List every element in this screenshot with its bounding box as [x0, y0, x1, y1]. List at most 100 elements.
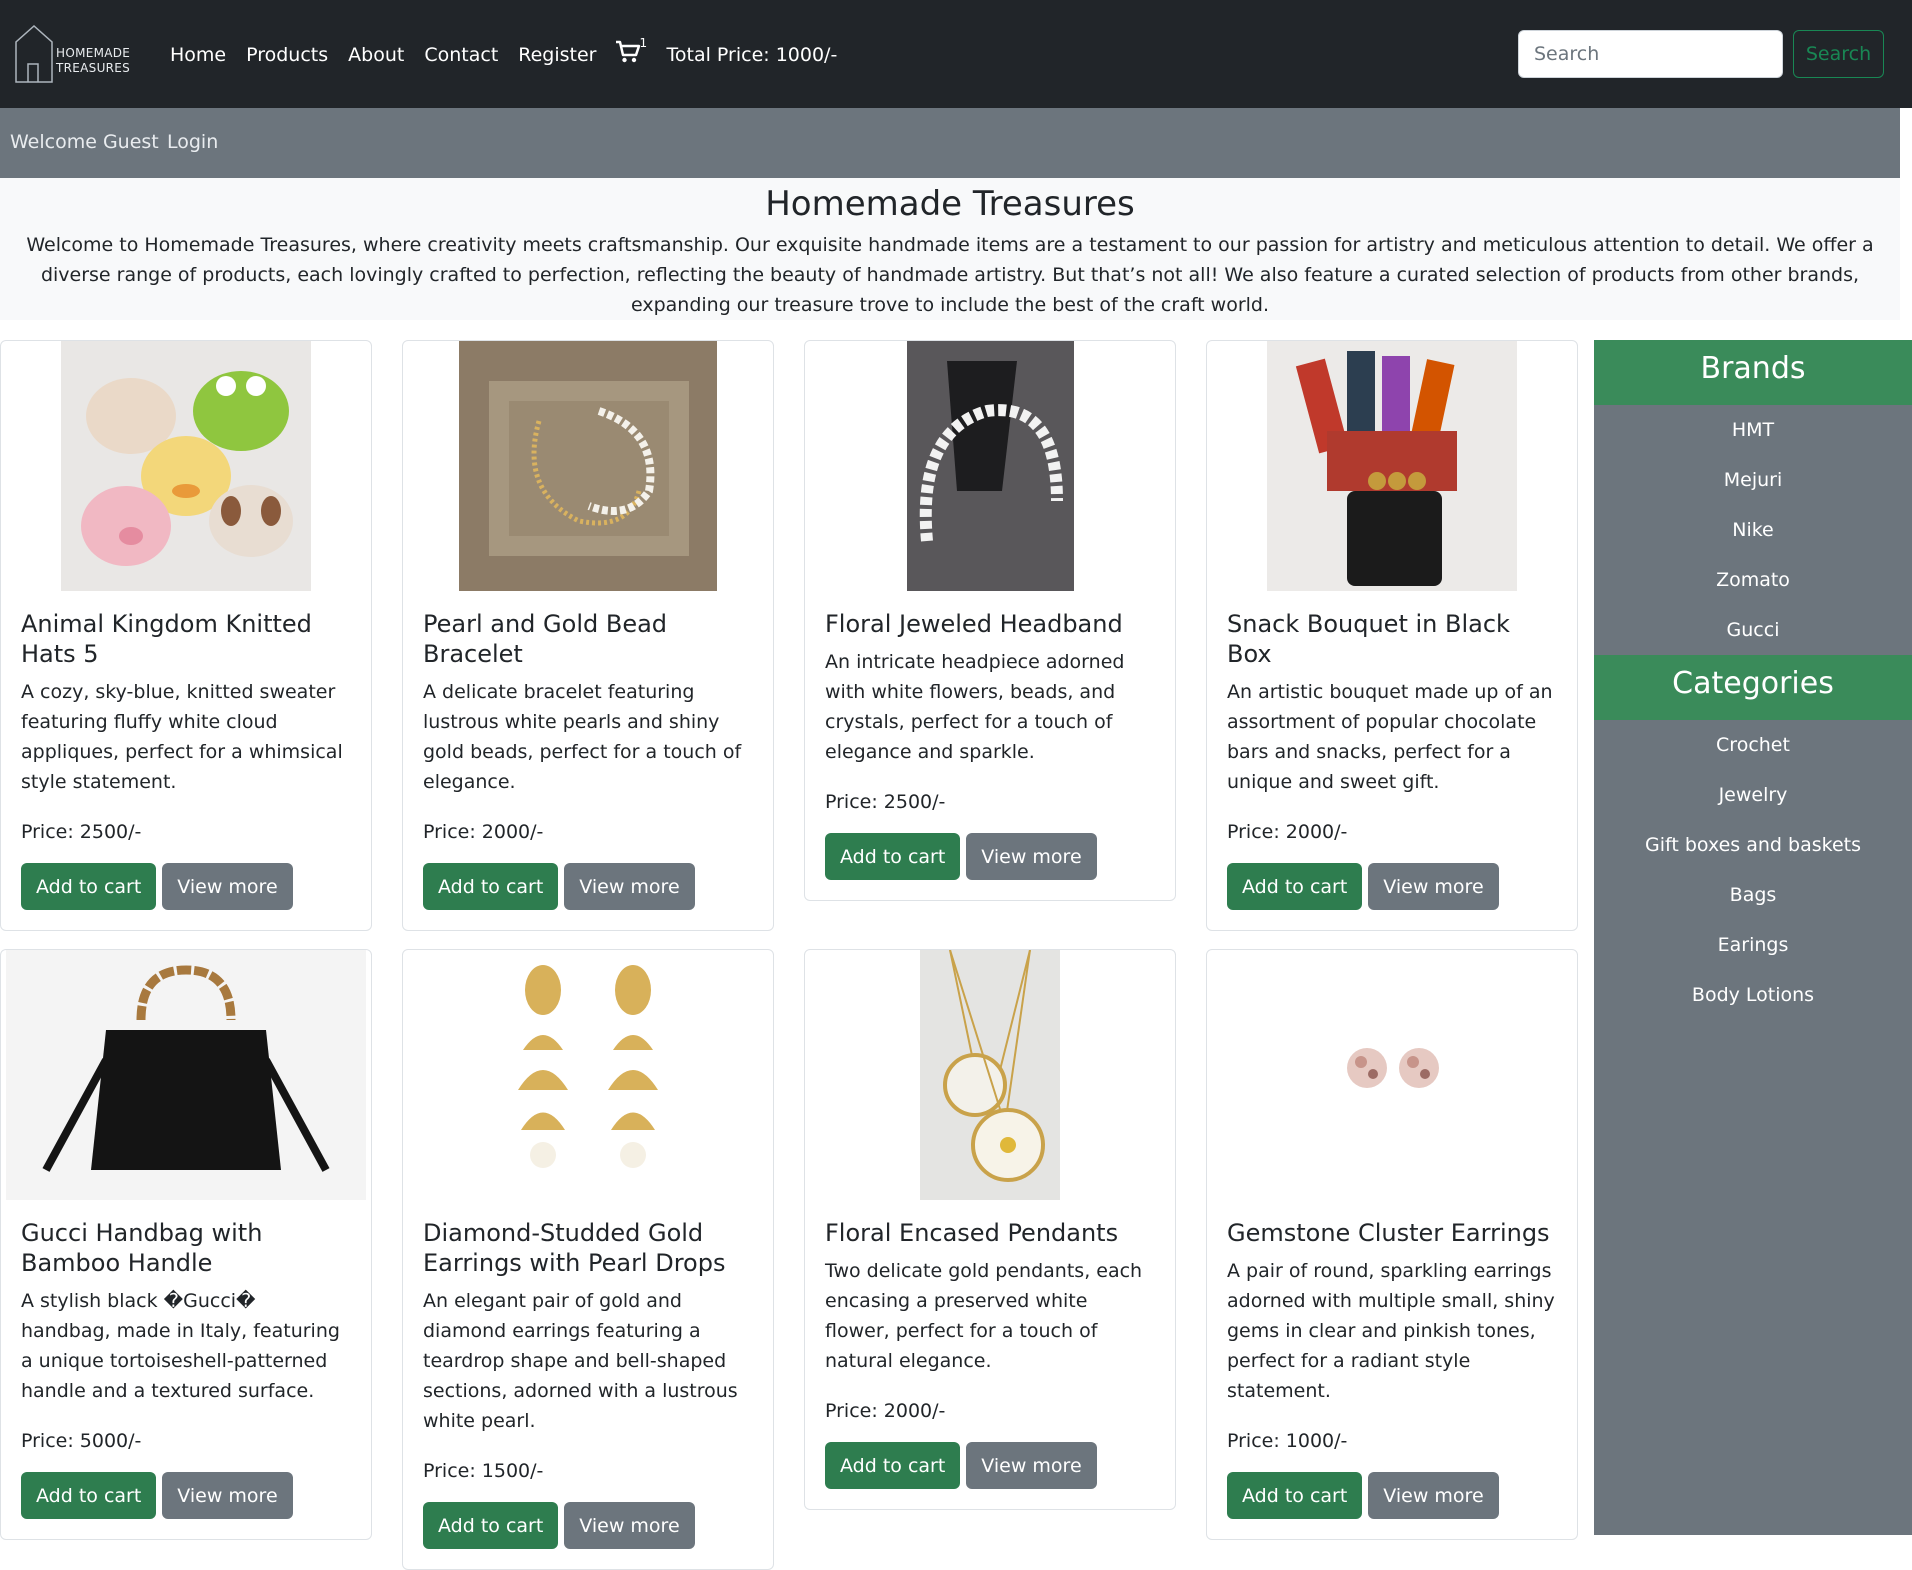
product-image[interactable] — [1207, 950, 1577, 1200]
search-input[interactable] — [1518, 30, 1783, 78]
cart-link[interactable]: 1 — [615, 36, 647, 70]
product-price: Price: 2000/- — [423, 821, 544, 843]
product-image[interactable] — [1207, 341, 1577, 591]
gold-earrings-image — [463, 950, 713, 1200]
bracelet-image — [459, 341, 717, 591]
brand-item-mejuri[interactable]: Mejuri — [1594, 455, 1912, 505]
site-logo[interactable]: HOMEMADE TREASURES — [14, 24, 138, 84]
product-price: Price: 2000/- — [825, 1400, 946, 1422]
product-card: Snack Bouquet in Black Box An artistic b… — [1206, 340, 1578, 931]
product-card: Floral Jeweled Headband An intricate hea… — [804, 340, 1176, 901]
brand-item-hmt[interactable]: HMT — [1594, 405, 1912, 455]
product-image[interactable] — [403, 950, 773, 1200]
product-price: Price: 5000/- — [21, 1430, 142, 1452]
nav-products[interactable]: Products — [246, 44, 328, 66]
product-price: Price: 1000/- — [1227, 1430, 1348, 1452]
nav-links: Home Products About Contact Register 1 T… — [170, 36, 838, 70]
category-item-bags[interactable]: Bags — [1594, 870, 1912, 920]
product-price: Price: 2500/- — [21, 821, 142, 843]
view-more-button[interactable]: View more — [1368, 1472, 1499, 1519]
product-card: Animal Kingdom Knitted Hats 5 A cozy, sk… — [0, 340, 372, 931]
product-title: Diamond-Studded Gold Earrings with Pearl… — [423, 1219, 726, 1277]
category-item-gift-boxes[interactable]: Gift boxes and baskets — [1594, 820, 1912, 870]
category-item-crochet[interactable]: Crochet — [1594, 720, 1912, 770]
categories-heading: Categories — [1594, 655, 1912, 720]
product-description: A stylish black �Gucci� handbag, made in… — [21, 1290, 340, 1402]
product-card: Floral Encased Pendants Two delicate gol… — [804, 949, 1176, 1510]
page-title: Homemade Treasures — [765, 184, 1135, 224]
brands-heading: Brands — [1594, 340, 1912, 405]
product-image[interactable] — [403, 341, 773, 591]
product-card: Gucci Handbag with Bamboo Handle A styli… — [0, 949, 372, 1540]
login-link[interactable]: Login — [167, 131, 218, 153]
snack-bouquet-image — [1267, 341, 1517, 591]
brand-item-nike[interactable]: Nike — [1594, 505, 1912, 555]
intro-text: Welcome to Homemade Treasures, where cre… — [26, 234, 1874, 316]
view-more-button[interactable]: View more — [966, 833, 1097, 880]
product-image[interactable] — [1, 341, 371, 591]
intro-section: Homemade Treasures Welcome to Homemade T… — [0, 178, 1900, 320]
nav-home[interactable]: Home — [170, 44, 226, 66]
user-bar: Welcome Guest Login — [0, 108, 1900, 178]
product-image[interactable] — [805, 950, 1175, 1200]
logo-text: HOMEMADE TREASURES — [56, 46, 131, 75]
add-to-cart-button[interactable]: Add to cart — [423, 863, 559, 910]
product-card: Diamond-Studded Gold Earrings with Pearl… — [402, 949, 774, 1570]
knitted-hats-image — [61, 341, 311, 591]
product-title: Gemstone Cluster Earrings — [1227, 1219, 1550, 1247]
view-more-button[interactable]: View more — [564, 1502, 695, 1549]
handbag-image — [6, 950, 366, 1200]
product-price: Price: 1500/- — [423, 1460, 544, 1482]
product-description: Two delicate gold pendants, each encasin… — [825, 1260, 1143, 1372]
view-more-button[interactable]: View more — [162, 863, 293, 910]
gem-earrings-image — [1267, 950, 1517, 1200]
product-image[interactable] — [1, 950, 371, 1200]
view-more-button[interactable]: View more — [162, 1472, 293, 1519]
product-description: A cozy, sky-blue, knitted sweater featur… — [21, 681, 343, 793]
product-title: Floral Encased Pendants — [825, 1219, 1119, 1247]
add-to-cart-button[interactable]: Add to cart — [21, 863, 157, 910]
add-to-cart-button[interactable]: Add to cart — [825, 1442, 961, 1489]
search-button[interactable]: Search — [1793, 30, 1884, 78]
pendants-image — [920, 950, 1060, 1200]
add-to-cart-button[interactable]: Add to cart — [1227, 1472, 1363, 1519]
add-to-cart-button[interactable]: Add to cart — [21, 1472, 157, 1519]
top-navbar: HOMEMADE TREASURES Home Products About C… — [0, 0, 1912, 108]
product-description: An elegant pair of gold and diamond earr… — [423, 1290, 738, 1432]
nav-about[interactable]: About — [348, 44, 404, 66]
view-more-button[interactable]: View more — [966, 1442, 1097, 1489]
view-more-button[interactable]: View more — [1368, 863, 1499, 910]
category-item-earings[interactable]: Earings — [1594, 920, 1912, 970]
product-card: Gemstone Cluster Earrings A pair of roun… — [1206, 949, 1578, 1540]
product-description: An artistic bouquet made up of an assort… — [1227, 681, 1553, 793]
category-item-body-lotions[interactable]: Body Lotions — [1594, 970, 1912, 1020]
welcome-text: Welcome Guest — [10, 131, 159, 153]
nav-contact[interactable]: Contact — [424, 44, 498, 66]
product-title: Pearl and Gold Bead Bracelet — [423, 610, 668, 668]
product-title: Snack Bouquet in Black Box — [1227, 610, 1510, 668]
add-to-cart-button[interactable]: Add to cart — [1227, 863, 1363, 910]
product-title: Floral Jeweled Headband — [825, 610, 1123, 638]
product-description: A delicate bracelet featuring lustrous w… — [423, 681, 742, 793]
view-more-button[interactable]: View more — [564, 863, 695, 910]
cart-icon — [615, 40, 640, 63]
house-logo-icon — [15, 24, 53, 83]
brand-item-gucci[interactable]: Gucci — [1594, 605, 1912, 655]
product-title: Gucci Handbag with Bamboo Handle — [21, 1219, 263, 1277]
category-item-jewelry[interactable]: Jewelry — [1594, 770, 1912, 820]
product-card: Pearl and Gold Bead Bracelet A delicate … — [402, 340, 774, 931]
headband-image — [906, 341, 1074, 591]
nav-register[interactable]: Register — [518, 44, 596, 66]
cart-count: 1 — [639, 36, 648, 50]
brand-item-zomato[interactable]: Zomato — [1594, 555, 1912, 605]
filter-sidebar: Brands HMT Mejuri Nike Zomato Gucci Cate… — [1594, 340, 1912, 1535]
product-price: Price: 2500/- — [825, 791, 946, 813]
product-description: A pair of round, sparkling earrings ador… — [1227, 1260, 1555, 1402]
total-price: Total Price: 1000/- — [666, 44, 838, 66]
product-price: Price: 2000/- — [1227, 821, 1348, 843]
add-to-cart-button[interactable]: Add to cart — [825, 833, 961, 880]
product-description: An intricate headpiece adorned with whit… — [825, 651, 1125, 763]
product-image[interactable] — [805, 341, 1175, 591]
add-to-cart-button[interactable]: Add to cart — [423, 1502, 559, 1549]
product-title: Animal Kingdom Knitted Hats 5 — [21, 610, 312, 668]
